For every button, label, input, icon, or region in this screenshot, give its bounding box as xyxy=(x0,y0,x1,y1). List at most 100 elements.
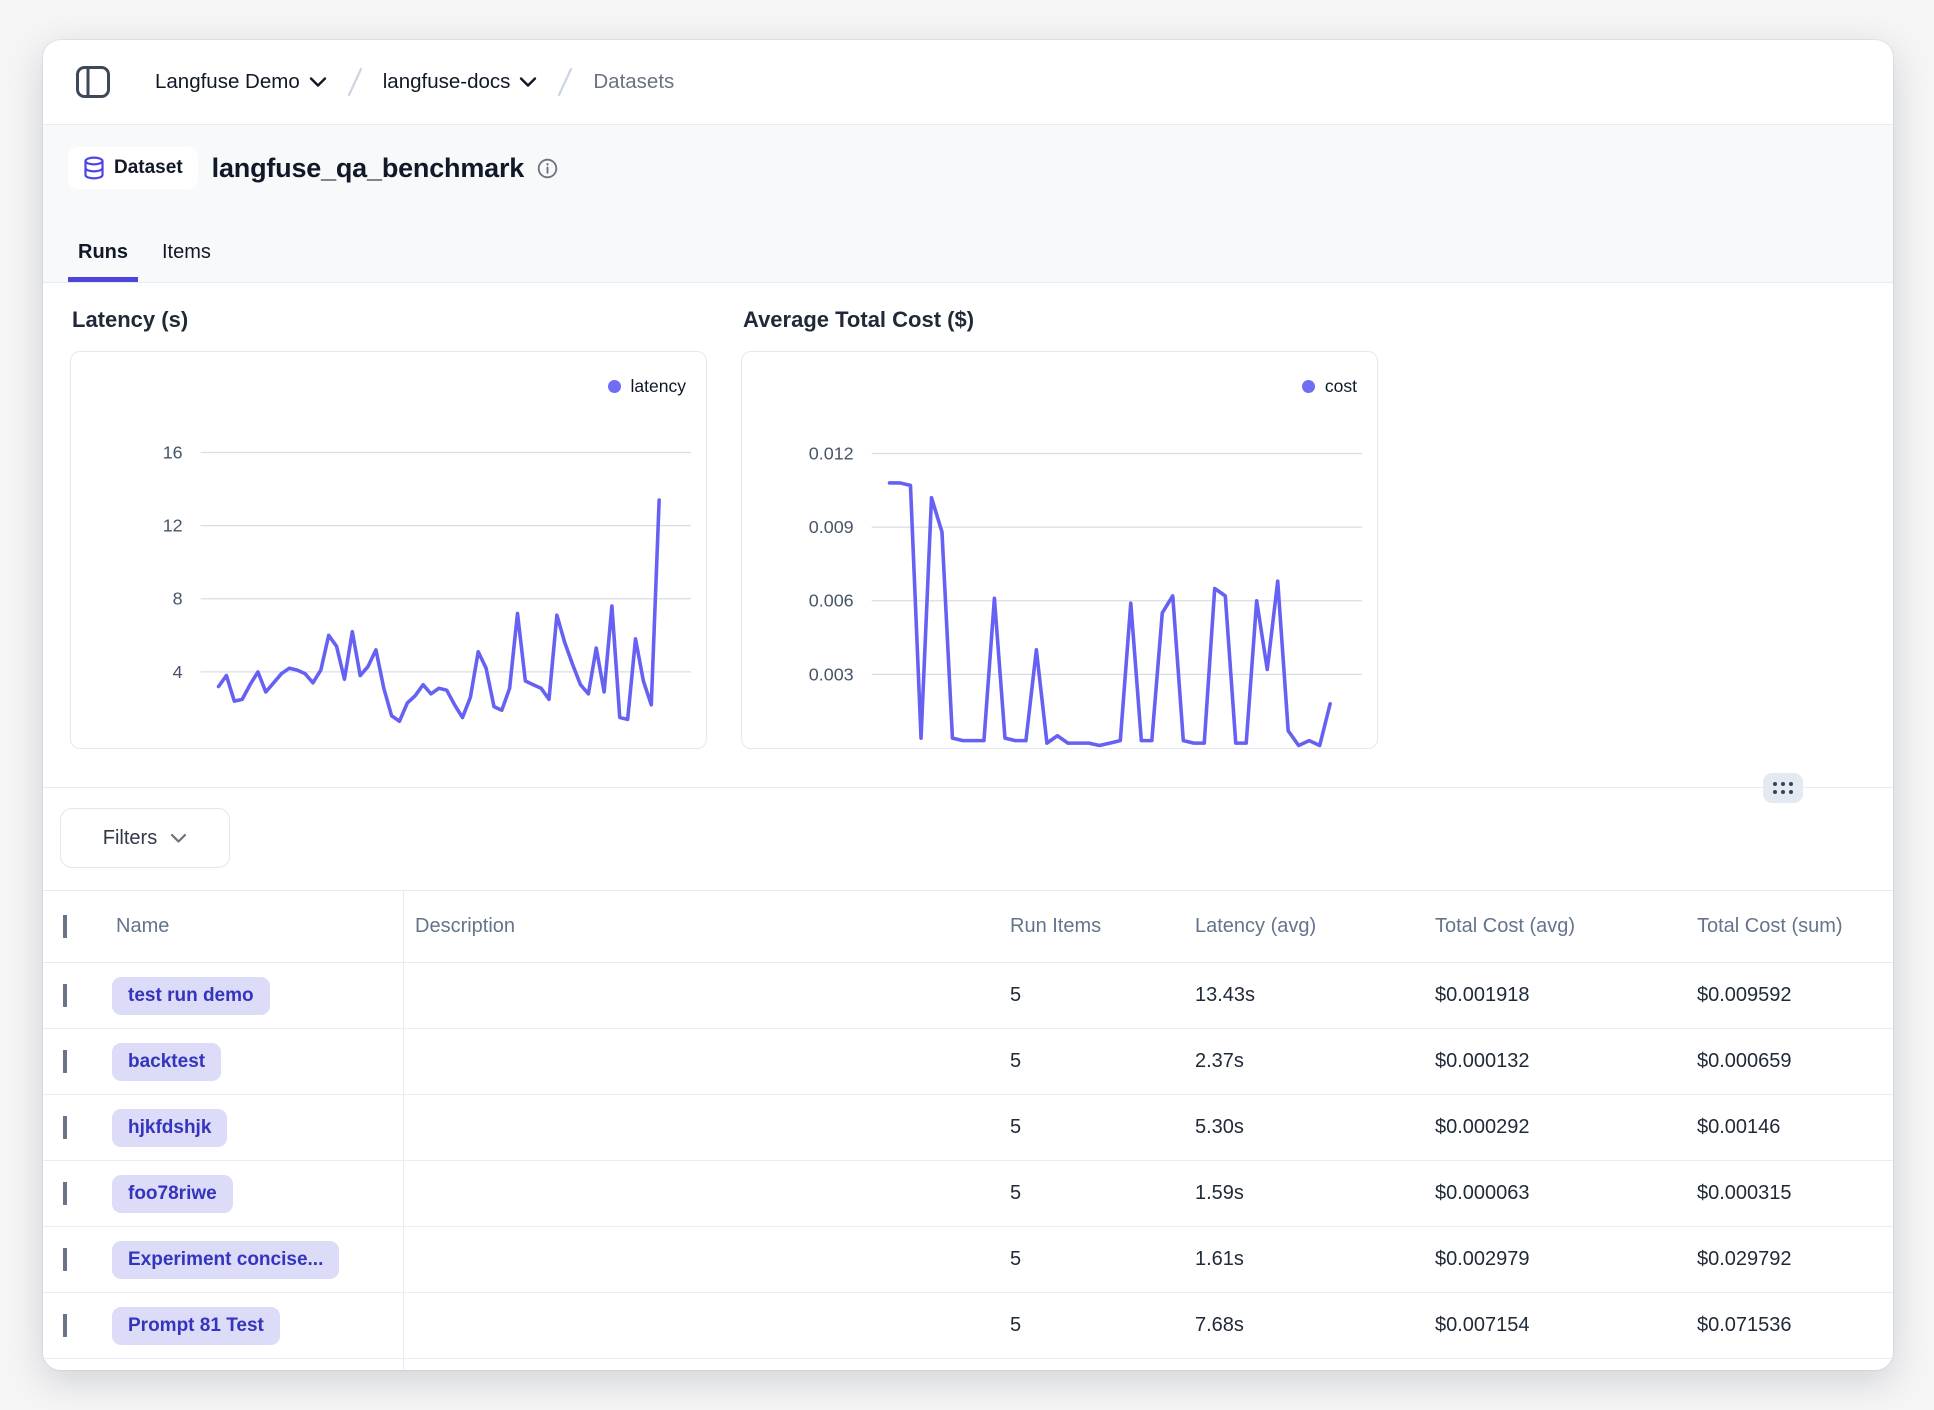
y-axis-tick-label: 12 xyxy=(163,516,183,536)
runs-table: Name Description Run Items Latency (avg)… xyxy=(43,890,1893,1370)
chevron-down-icon xyxy=(170,833,187,844)
breadcrumb-separator xyxy=(345,65,365,99)
y-axis-tick-label: 16 xyxy=(163,442,183,462)
database-icon xyxy=(83,156,105,180)
y-axis-tick-label: 0.012 xyxy=(809,443,854,463)
filters-button[interactable]: Filters xyxy=(60,808,230,868)
total-cost-sum-value: $0.000659 xyxy=(1697,1050,1893,1073)
table-body: test run demo513.43s$0.001918$0.009592ba… xyxy=(43,963,1893,1370)
table-row: foo78riwe51.59s$0.000063$0.000315 xyxy=(43,1161,1893,1227)
cost-chart-title: Average Total Cost ($) xyxy=(743,307,1378,333)
row-checkbox[interactable] xyxy=(63,1182,67,1205)
column-header-total-cost-avg[interactable]: Total Cost (avg) xyxy=(1435,915,1697,938)
run-items-value: 5 xyxy=(1010,1116,1195,1139)
y-axis-tick-label: 8 xyxy=(173,589,183,609)
run-name-badge[interactable]: hjkfdshjk xyxy=(112,1109,227,1147)
column-header-name[interactable]: Name xyxy=(112,891,404,962)
column-header-description[interactable]: Description xyxy=(404,915,1010,938)
table-row: hjkfdshjk 55.30s$0.000292$0.00146 xyxy=(43,1095,1893,1161)
breadcrumb-project[interactable]: langfuse-docs xyxy=(383,70,538,94)
tab-items[interactable]: Items xyxy=(152,241,221,282)
y-axis-tick-label: 0.009 xyxy=(809,517,854,537)
dataset-type-badge: Dataset xyxy=(68,147,198,189)
row-checkbox[interactable] xyxy=(63,1248,67,1271)
y-axis-tick-label: 4 xyxy=(173,662,183,682)
app-window: Langfuse Demo langfuse-docs Datasets xyxy=(43,40,1893,1370)
total-cost-avg-value: $0.002979 xyxy=(1435,1248,1697,1271)
latency-avg-value: 5.30s xyxy=(1195,1116,1435,1139)
panel-resize-handle[interactable] xyxy=(1763,773,1803,803)
series-line xyxy=(890,483,1331,746)
row-checkbox[interactable] xyxy=(63,984,67,1007)
breadcrumb-page-label: Datasets xyxy=(593,70,674,94)
run-items-value: 5 xyxy=(1010,1182,1195,1205)
run-name-badge[interactable]: Prompt 81 Test xyxy=(112,1307,280,1345)
breadcrumb-project-label: langfuse-docs xyxy=(383,70,511,94)
info-icon[interactable] xyxy=(537,158,558,179)
total-cost-avg-value: $0.000292 xyxy=(1435,1116,1697,1139)
total-cost-sum-value: $0.00146 xyxy=(1697,1116,1893,1139)
run-items-value: 5 xyxy=(1010,1050,1195,1073)
cost-line-plot: 0.003 0.006 0.009 0.012 xyxy=(742,352,1377,748)
series-line xyxy=(219,500,660,721)
select-all-checkbox[interactable] xyxy=(63,915,67,938)
latency-chart-title: Latency (s) xyxy=(72,307,707,333)
run-items-value: 5 xyxy=(1010,984,1195,1007)
filters-button-label: Filters xyxy=(103,827,157,850)
table-header-row: Name Description Run Items Latency (avg)… xyxy=(43,891,1893,963)
row-checkbox[interactable] xyxy=(63,1116,67,1139)
run-name-badge[interactable]: test run demo xyxy=(112,977,270,1015)
dataset-header-band: Dataset langfuse_qa_benchmark Runs Items xyxy=(43,125,1893,283)
legend-dot-icon xyxy=(1302,380,1315,393)
total-cost-avg-value: $0.001918 xyxy=(1435,984,1697,1007)
charts-section: Latency (s) 4 8 12 16 latency Average Total… xyxy=(43,283,1893,787)
cost-legend: cost xyxy=(1302,376,1357,397)
latency-legend-label: latency xyxy=(631,376,686,397)
latency-legend: latency xyxy=(608,376,686,397)
table-row: Prompt 81 Test 57.68s$0.007154$0.071536 xyxy=(43,1293,1893,1359)
dataset-badge-label: Dataset xyxy=(114,157,183,179)
column-header-run-items[interactable]: Run Items xyxy=(1010,915,1195,938)
run-name-badge[interactable]: backtest xyxy=(112,1043,221,1081)
y-axis-tick-label: 0.006 xyxy=(809,591,854,611)
tab-bar: Runs Items xyxy=(68,241,221,282)
breadcrumb-org[interactable]: Langfuse Demo xyxy=(155,70,327,94)
breadcrumb-separator xyxy=(555,65,575,99)
tab-runs[interactable]: Runs xyxy=(68,241,138,282)
cost-chart: 0.003 0.006 0.009 0.012 cost xyxy=(741,351,1378,749)
latency-avg-value: 13.43s xyxy=(1195,984,1435,1007)
legend-dot-icon xyxy=(608,380,621,393)
column-header-total-cost-sum[interactable]: Total Cost (sum) xyxy=(1697,915,1893,938)
run-name-badge[interactable]: foo78riwe xyxy=(112,1175,233,1213)
total-cost-sum-value: $0.009592 xyxy=(1697,984,1893,1007)
total-cost-sum-value: $0.029792 xyxy=(1697,1248,1893,1271)
table-row-partial xyxy=(43,1359,1893,1370)
grip-dots-icon xyxy=(1773,782,1793,794)
row-checkbox[interactable] xyxy=(63,1314,67,1337)
total-cost-avg-value: $0.007154 xyxy=(1435,1314,1697,1337)
run-items-value: 5 xyxy=(1010,1248,1195,1271)
total-cost-sum-value: $0.071536 xyxy=(1697,1314,1893,1337)
latency-chart-block: Latency (s) 4 8 12 16 latency xyxy=(70,307,707,787)
cost-legend-label: cost xyxy=(1325,376,1357,397)
y-axis-tick-label: 0.003 xyxy=(809,664,854,684)
row-checkbox[interactable] xyxy=(63,1050,67,1073)
latency-avg-value: 2.37s xyxy=(1195,1050,1435,1073)
breadcrumb-page: Datasets xyxy=(593,70,674,94)
latency-chart: 4 8 12 16 latency xyxy=(70,351,707,749)
latency-avg-value: 7.68s xyxy=(1195,1314,1435,1337)
chevron-down-icon xyxy=(309,76,327,88)
cost-chart-block: Average Total Cost ($) 0.0030.0060.0090.… xyxy=(741,307,1378,787)
filters-row: Filters xyxy=(43,787,1893,890)
column-header-latency-avg[interactable]: Latency (avg) xyxy=(1195,915,1435,938)
run-items-value: 5 xyxy=(1010,1314,1195,1337)
top-bar: Langfuse Demo langfuse-docs Datasets xyxy=(43,40,1893,125)
latency-line-plot: 4 8 12 16 xyxy=(71,352,706,748)
chevron-down-icon xyxy=(519,76,537,88)
run-name-badge[interactable]: Experiment concise... xyxy=(112,1241,339,1279)
total-cost-avg-value: $0.000132 xyxy=(1435,1050,1697,1073)
sidebar-toggle-icon[interactable] xyxy=(75,65,111,99)
page-title: langfuse_qa_benchmark xyxy=(212,153,524,184)
breadcrumb-org-label: Langfuse Demo xyxy=(155,70,300,94)
total-cost-sum-value: $0.000315 xyxy=(1697,1182,1893,1205)
